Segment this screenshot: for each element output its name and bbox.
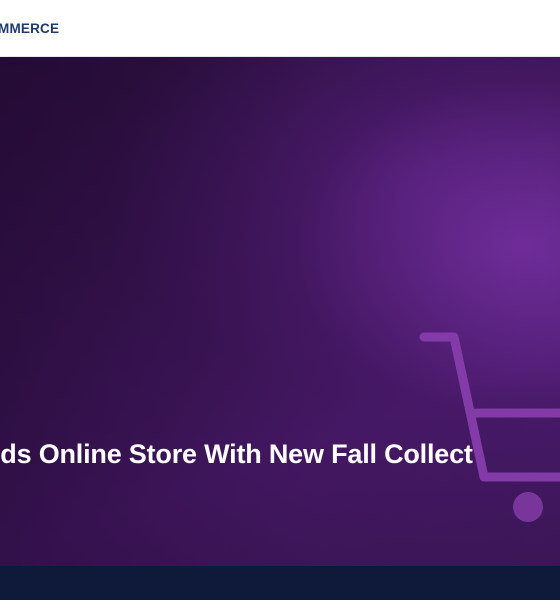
shopping-cart-icon — [419, 332, 560, 522]
hero-banner[interactable]: nds Online Store With New Fall Collect — [0, 57, 560, 566]
hero-title[interactable]: nds Online Store With New Fall Collect — [0, 437, 473, 471]
site-logo[interactable]: MMERCE — [0, 21, 59, 36]
bottom-bar — [0, 566, 560, 600]
site-header: MMERCE — [0, 0, 560, 57]
page: MMERCE nds Online Store With New Fall Co… — [0, 0, 560, 600]
